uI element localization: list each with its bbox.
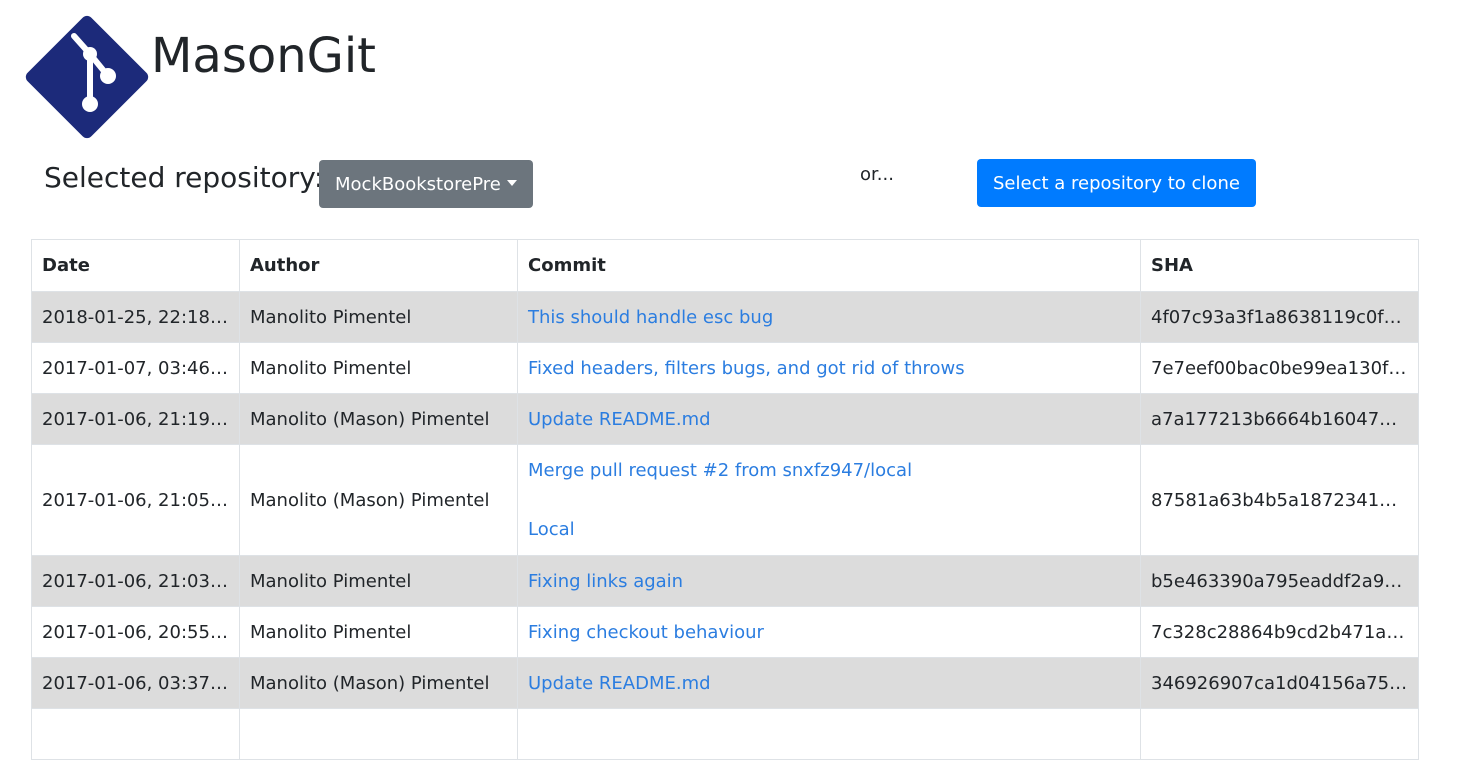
commit-author: Manolito Pimentel	[239, 342, 518, 394]
selected-repository-label: Selected repository:	[44, 161, 324, 194]
app-title: MasonGit	[151, 28, 376, 84]
commit-date: 2018-01-25, 22:18:40	[31, 291, 240, 343]
column-header-author: Author	[239, 239, 518, 292]
column-header-sha: SHA	[1140, 239, 1419, 292]
commit-date: 2017-01-06, 03:37:51	[31, 657, 240, 709]
commit-date	[31, 708, 240, 760]
commit-message-link[interactable]: Merge pull request #2 from snxfz947/loca…	[528, 460, 1130, 481]
commit-sha: 346926907ca1d04156a75b...	[1140, 657, 1419, 709]
commit-message-link[interactable]: This should handle esc bug	[528, 307, 773, 328]
commit-author: Manolito (Mason) Pimentel	[239, 657, 518, 709]
commit-date: 2017-01-06, 21:03:26	[31, 555, 240, 607]
commit-date: 2017-01-07, 03:46:22	[31, 342, 240, 394]
commit-date: 2017-01-06, 21:19:44	[31, 393, 240, 445]
commit-message-cell: Update README.md	[517, 393, 1141, 445]
table-row: 2017-01-06, 21:05:15 Manolito (Mason) Pi…	[31, 444, 1419, 556]
commit-sha: 7e7eef00bac0be99ea130f5...	[1140, 342, 1419, 394]
commit-author: Manolito (Mason) Pimentel	[239, 393, 518, 445]
commit-message-cell: Update README.md	[517, 657, 1141, 709]
commit-date: 2017-01-06, 21:05:15	[31, 444, 240, 556]
commit-message-link[interactable]: Update README.md	[528, 409, 711, 430]
commit-author: Manolito (Mason) Pimentel	[239, 444, 518, 556]
commit-table-container: Date Author Commit SHA 2018-01-25, 22:18…	[31, 239, 1419, 760]
table-header-row: Date Author Commit SHA	[31, 239, 1419, 292]
commit-sha: 87581a63b4b5a18723416f...	[1140, 444, 1419, 556]
git-logo-icon	[25, 15, 149, 139]
commit-message-cell: Fixing links again	[517, 555, 1141, 607]
commit-sha: a7a177213b6664b1604719...	[1140, 393, 1419, 445]
column-header-date: Date	[31, 239, 240, 292]
commit-author	[239, 708, 518, 760]
repository-dropdown-value: MockBookstorePre	[335, 173, 501, 195]
table-row: 2017-01-06, 21:03:26 Manolito Pimentel F…	[31, 555, 1419, 607]
commit-date: 2017-01-06, 20:55:03	[31, 606, 240, 658]
commit-message-cell: Fixing checkout behaviour	[517, 606, 1141, 658]
commit-sha: b5e463390a795eaddf2a93...	[1140, 555, 1419, 607]
commit-message-cell: Fixed headers, filters bugs, and got rid…	[517, 342, 1141, 394]
table-row	[31, 708, 1419, 760]
commit-sha: 4f07c93a3f1a8638119c0f58...	[1140, 291, 1419, 343]
table-row: 2017-01-06, 20:55:03 Manolito Pimentel F…	[31, 606, 1419, 658]
repository-dropdown-button[interactable]: MockBookstorePre	[319, 160, 533, 208]
commit-table: Date Author Commit SHA 2018-01-25, 22:18…	[31, 239, 1419, 760]
commit-message-link[interactable]: Fixing checkout behaviour	[528, 622, 764, 643]
caret-down-icon	[506, 180, 517, 186]
commit-message-cell: This should handle esc bug	[517, 291, 1141, 343]
commit-sha	[1140, 708, 1419, 760]
or-separator-text: or...	[860, 164, 894, 185]
table-row: 2018-01-25, 22:18:40 Manolito Pimentel T…	[31, 291, 1419, 343]
commit-message-link[interactable]: Fixed headers, filters bugs, and got rid…	[528, 358, 965, 379]
clone-repository-button[interactable]: Select a repository to clone	[977, 159, 1256, 207]
table-row: 2017-01-06, 03:37:51 Manolito (Mason) Pi…	[31, 657, 1419, 709]
commit-message-cell	[517, 708, 1141, 760]
column-header-commit: Commit	[517, 239, 1141, 292]
commit-sha: 7c328c28864b9cd2b471a8...	[1140, 606, 1419, 658]
commit-message-body-link[interactable]: Local	[528, 519, 1130, 540]
commit-author: Manolito Pimentel	[239, 606, 518, 658]
commit-author: Manolito Pimentel	[239, 291, 518, 343]
table-row: 2017-01-06, 21:19:44 Manolito (Mason) Pi…	[31, 393, 1419, 445]
repository-selector-row: Selected repository: MockBookstorePre or…	[44, 158, 1424, 210]
commit-message-link[interactable]: Update README.md	[528, 673, 711, 694]
commit-message-cell: Merge pull request #2 from snxfz947/loca…	[517, 444, 1141, 556]
commit-message-link[interactable]: Fixing links again	[528, 571, 683, 592]
commit-author: Manolito Pimentel	[239, 555, 518, 607]
table-row: 2017-01-07, 03:46:22 Manolito Pimentel F…	[31, 342, 1419, 394]
